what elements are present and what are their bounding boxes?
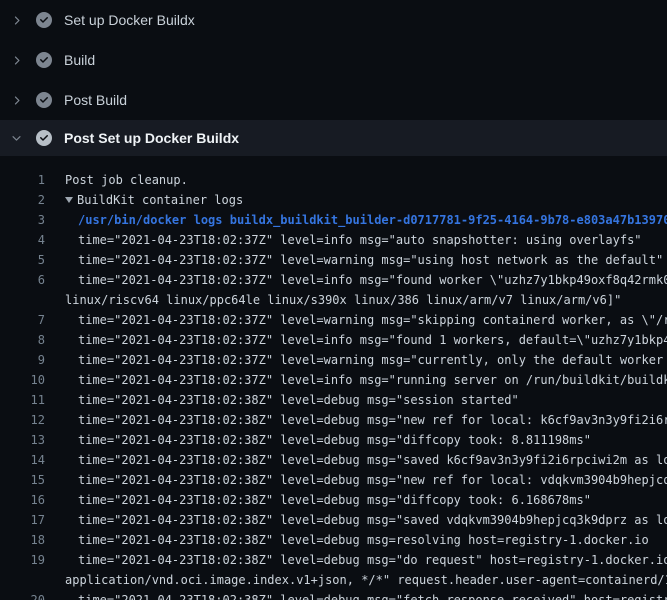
log-line-text: time="2021-04-23T18:02:38Z" level=debug … (78, 550, 667, 570)
log-line: 1 Post job cleanup. (0, 170, 667, 190)
log-line-number[interactable]: 10 (0, 370, 45, 390)
log-line-text: time="2021-04-23T18:02:38Z" level=debug … (78, 490, 591, 510)
section-header-post-build[interactable]: Post Build (0, 80, 667, 120)
log-line-number[interactable]: 9 (0, 350, 45, 370)
log-line-text: time="2021-04-23T18:02:37Z" level=info m… (78, 370, 667, 390)
log-line: 9 time="2021-04-23T18:02:37Z" level=warn… (0, 350, 667, 370)
log-line: 17 time="2021-04-23T18:02:38Z" level=deb… (0, 510, 667, 530)
log-line-number[interactable]: 16 (0, 490, 45, 510)
log-group-toggle[interactable]: BuildKit container logs (65, 190, 243, 210)
log-line-text: time="2021-04-23T18:02:38Z" level=debug … (78, 510, 667, 530)
log-line: 19 time="2021-04-23T18:02:38Z" level=deb… (0, 550, 667, 570)
section-label: Post Set up Docker Buildx (64, 130, 239, 146)
section-label: Build (64, 52, 95, 68)
log-line: 11 time="2021-04-23T18:02:38Z" level=deb… (0, 390, 667, 410)
check-circle-icon (36, 130, 52, 146)
log-line-number[interactable]: 5 (0, 250, 45, 270)
log-line-number[interactable]: 2 (0, 190, 45, 210)
log-viewer: 1 Post job cleanup. 2 BuildKit container… (0, 156, 667, 600)
log-line-number[interactable]: 18 (0, 530, 45, 550)
log-line-text: time="2021-04-23T18:02:37Z" level=info m… (78, 230, 642, 250)
log-line-text: time="2021-04-23T18:02:38Z" level=debug … (78, 450, 667, 470)
log-line-number[interactable]: 4 (0, 230, 45, 250)
log-line: 7 time="2021-04-23T18:02:37Z" level=warn… (0, 310, 667, 330)
section-label: Post Build (64, 92, 127, 108)
log-line-number[interactable]: 14 (0, 450, 45, 470)
log-line-number (0, 290, 45, 310)
log-line-number[interactable]: 17 (0, 510, 45, 530)
workflow-steps-panel: Set up Docker Buildx Build Post Bu (0, 0, 667, 156)
log-line: 3 /usr/bin/docker logs buildx_buildkit_b… (0, 210, 667, 230)
log-line-number[interactable]: 3 (0, 210, 45, 230)
log-line: 16 time="2021-04-23T18:02:38Z" level=deb… (0, 490, 667, 510)
log-line: 12 time="2021-04-23T18:02:38Z" level=deb… (0, 410, 667, 430)
log-line-number[interactable]: 13 (0, 430, 45, 450)
log-line-number[interactable]: 6 (0, 270, 45, 290)
chevron-right-icon (9, 93, 23, 107)
log-line-text: time="2021-04-23T18:02:38Z" level=debug … (78, 590, 667, 600)
chevron-right-icon (9, 13, 23, 27)
group-collapse-icon (65, 197, 73, 203)
log-line-text: time="2021-04-23T18:02:38Z" level=debug … (78, 430, 591, 450)
log-line-number[interactable]: 7 (0, 310, 45, 330)
log-line-number[interactable]: 11 (0, 390, 45, 410)
log-line: 8 time="2021-04-23T18:02:37Z" level=info… (0, 330, 667, 350)
log-line: 4 time="2021-04-23T18:02:37Z" level=info… (0, 230, 667, 250)
section-header-build[interactable]: Build (0, 40, 667, 80)
log-line-text: time="2021-04-23T18:02:37Z" level=warnin… (78, 310, 667, 330)
log-line-text: linux/riscv64 linux/ppc64le linux/s390x … (65, 290, 621, 310)
section-header-set-up-docker-buildx[interactable]: Set up Docker Buildx (0, 0, 667, 40)
log-line-text: time="2021-04-23T18:02:37Z" level=warnin… (78, 350, 667, 370)
check-circle-icon (36, 12, 52, 28)
section-label: Set up Docker Buildx (64, 12, 195, 28)
log-line-text: time="2021-04-23T18:02:37Z" level=warnin… (78, 250, 663, 270)
check-circle-icon (36, 92, 52, 108)
log-line-text: time="2021-04-23T18:02:38Z" level=debug … (78, 470, 667, 490)
log-line-text: application/vnd.oci.image.index.v1+json,… (65, 570, 667, 590)
chevron-right-icon (9, 53, 23, 67)
log-line-number[interactable]: 12 (0, 410, 45, 430)
log-line-number[interactable]: 1 (0, 170, 45, 190)
log-line-number (0, 570, 45, 590)
log-line: 2 BuildKit container logs (0, 190, 667, 210)
log-line-text: time="2021-04-23T18:02:38Z" level=debug … (78, 530, 649, 550)
log-line-number[interactable]: 15 (0, 470, 45, 490)
log-line: linux/riscv64 linux/ppc64le linux/s390x … (0, 290, 667, 310)
log-line: 14 time="2021-04-23T18:02:38Z" level=deb… (0, 450, 667, 470)
log-line-number[interactable]: 8 (0, 330, 45, 350)
log-line-text: /usr/bin/docker logs buildx_buildkit_bui… (78, 210, 667, 230)
check-circle-icon (36, 52, 52, 68)
section-header-post-set-up-docker-buildx[interactable]: Post Set up Docker Buildx (0, 120, 667, 156)
log-line: 18 time="2021-04-23T18:02:38Z" level=deb… (0, 530, 667, 550)
chevron-down-icon (9, 131, 23, 145)
log-line-text: time="2021-04-23T18:02:37Z" level=info m… (78, 270, 667, 290)
log-line-text: time="2021-04-23T18:02:38Z" level=debug … (78, 390, 519, 410)
log-line-text: time="2021-04-23T18:02:38Z" level=debug … (78, 410, 667, 430)
log-line-text: Post job cleanup. (65, 170, 188, 190)
log-line-number[interactable]: 19 (0, 550, 45, 570)
log-line: 13 time="2021-04-23T18:02:38Z" level=deb… (0, 430, 667, 450)
log-line: application/vnd.oci.image.index.v1+json,… (0, 570, 667, 590)
log-line: 20 time="2021-04-23T18:02:38Z" level=deb… (0, 590, 667, 600)
log-line: 15 time="2021-04-23T18:02:38Z" level=deb… (0, 470, 667, 490)
log-line: 6 time="2021-04-23T18:02:37Z" level=info… (0, 270, 667, 290)
log-line-number[interactable]: 20 (0, 590, 45, 600)
log-line: 10 time="2021-04-23T18:02:37Z" level=inf… (0, 370, 667, 390)
log-line: 5 time="2021-04-23T18:02:37Z" level=warn… (0, 250, 667, 270)
log-line-text: time="2021-04-23T18:02:37Z" level=info m… (78, 330, 667, 350)
